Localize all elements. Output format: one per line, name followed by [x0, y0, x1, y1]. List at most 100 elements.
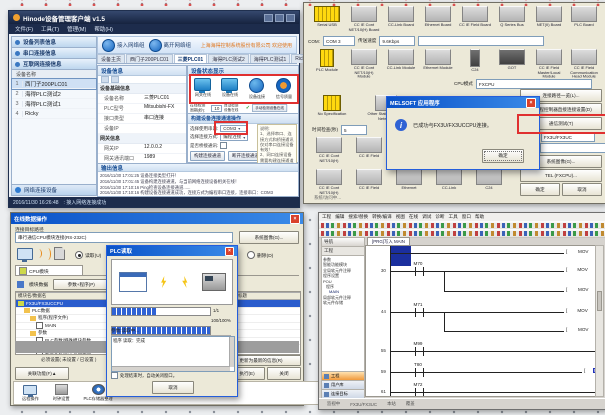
scrollbar-vertical[interactable]	[229, 337, 234, 367]
coex-ccie-field[interactable]: CC IE Field	[352, 169, 386, 191]
progress-close-icon[interactable]: ×	[225, 247, 234, 256]
com-port-select[interactable]: COM3	[220, 125, 248, 132]
mov-instruction[interactable]: MOVK6 D800	[564, 249, 596, 254]
board-plc[interactable]: PLC Board	[567, 6, 601, 28]
dialog-titlebar[interactable]: MELSOFT 应用程序×	[387, 97, 539, 108]
radio-delete[interactable]: 删除(D)	[247, 251, 273, 259]
category-icon[interactable]	[111, 76, 119, 83]
device-row[interactable]: 4Ricky	[12, 109, 96, 119]
auto-close-checkbox[interactable]	[111, 372, 118, 379]
unit-c24[interactable]: C24	[458, 49, 492, 73]
sidebar-section-network[interactable]: 互联网连接信息	[12, 59, 96, 70]
param-program-button[interactable]: 参数+程序(P)	[53, 279, 109, 290]
coex-ethernet[interactable]: Ethernet	[392, 169, 426, 191]
tab-device[interactable]: 海得PLC测试2	[208, 54, 249, 63]
menu-project[interactable]: 工程	[322, 214, 331, 220]
cpu-mode-field[interactable]: FXCPU	[476, 79, 592, 89]
sort-icon[interactable]	[101, 76, 109, 83]
project-tree[interactable]: 参数 智能功能模块 全局软元件注释 程序设置 POU 程序 MAIN 局部软元件…	[322, 256, 364, 371]
device-row[interactable]: 3海得PLC测试1	[12, 99, 96, 109]
mov-instruction[interactable]: MOVK9 D800	[564, 327, 596, 332]
board-ccie-cont[interactable]: CC IE Cont NET/10(H) Board	[347, 6, 381, 32]
menu-manage[interactable]: 管理(M)	[67, 25, 86, 33]
contact-symbol[interactable]	[415, 308, 424, 317]
menu-compile[interactable]: 转换/编译	[372, 214, 392, 220]
check-icon[interactable]: ✓	[246, 105, 250, 111]
mov-instruction[interactable]: MOVK29 D798	[564, 267, 596, 272]
mov-instruction[interactable]: MOVK31 D798	[564, 308, 596, 313]
progress-cancel-button[interactable]: 取消	[152, 381, 194, 394]
unit-ccie-cont[interactable]: CC IE Cont NET/10(H) Module	[347, 49, 381, 80]
menu-tools[interactable]: 工具(T)	[41, 25, 59, 33]
device-row[interactable]: 1西门子200PLC01	[12, 79, 96, 89]
close-button[interactable]	[286, 14, 295, 22]
scroll-thumb[interactable]	[597, 291, 602, 311]
close-button[interactable]: 关闭	[267, 367, 301, 380]
period-field[interactable]: 10	[211, 105, 222, 112]
clock-setting-button[interactable]: 时钟设置	[53, 384, 70, 402]
device-row[interactable]: 2海得PLC测试2	[12, 89, 96, 99]
rst-instruction[interactable]: RSTM99	[582, 368, 596, 373]
unit-got[interactable]: GOT	[495, 49, 529, 71]
menu-help[interactable]: 帮助	[475, 214, 484, 220]
ladder-editor[interactable]: MOVK6 D800 30 M70 MOVK29 D798 MOVK7 D800…	[365, 245, 596, 397]
tab-device[interactable]: 西门子200PLC01	[126, 54, 173, 63]
contact-symbol[interactable]	[415, 267, 424, 276]
editor-scrollbar[interactable]	[595, 245, 604, 397]
titlebar[interactable]: 在线数据操作×	[11, 213, 303, 224]
manual-check-button[interactable]: 手动检测设备在线	[252, 104, 287, 112]
tel-button[interactable]: TEL (FXCPU)...	[520, 169, 602, 182]
menu-window[interactable]: 窗口	[462, 214, 471, 220]
tab-home[interactable]: 设备主页	[97, 54, 125, 63]
board-qbus[interactable]: Q Series Bus	[495, 6, 529, 28]
speed-field[interactable]: 9.6Kbps	[379, 36, 415, 46]
contact-symbol[interactable]	[415, 368, 424, 377]
sidebar-section-device-list[interactable]: 设备列表信息	[12, 37, 96, 48]
board-net2[interactable]: NET(II) Board	[532, 6, 566, 28]
unit-ethernet[interactable]: Ethernet Module	[421, 49, 455, 71]
checkbox-icon[interactable]	[36, 322, 43, 329]
menu-debug[interactable]: 调试	[422, 214, 431, 220]
sidebar-section-serial[interactable]: 串口连接信息	[12, 48, 96, 59]
menu-help[interactable]: 帮助(H)	[94, 25, 113, 33]
contact-symbol[interactable]	[415, 347, 424, 356]
nav-tab-connection[interactable]: 连接目标	[322, 389, 364, 398]
unit-cclink[interactable]: CC-Link Module	[384, 49, 418, 71]
board-ethernet[interactable]: Ethernet Board	[421, 6, 455, 28]
board-ccie-field[interactable]: CC IE Field Board	[458, 6, 492, 28]
menu-view[interactable]: 视图	[396, 214, 405, 220]
ok-button[interactable]: 确定	[520, 183, 560, 196]
leave-network-button[interactable]: 离开网络组	[149, 39, 192, 52]
menu-search[interactable]: 搜索/替换	[348, 214, 368, 220]
auto-close-option[interactable]: 处理结束时，自动关闭窗口。	[111, 372, 177, 379]
close-icon[interactable]: ×	[290, 214, 300, 224]
menu-tools[interactable]: 工具	[449, 214, 458, 220]
progress-titlebar[interactable]: PLC读取×	[107, 246, 237, 256]
menu-edit[interactable]: 编辑	[335, 214, 344, 220]
system-image-button[interactable]: 系统图像(G)...	[239, 231, 299, 244]
connect-mode-select[interactable]: 编程连接	[220, 133, 248, 141]
nav-tab-project[interactable]: 工程	[322, 371, 364, 380]
board-cclink[interactable]: CC-Link Board	[384, 6, 418, 28]
unit-ccie-master[interactable]: CC IE Field Master/Local Module	[532, 49, 566, 80]
cancel-button[interactable]: 取消	[562, 183, 602, 196]
time-check-field[interactable]: 5	[341, 125, 367, 135]
menu-file[interactable]: 文件(F)	[15, 25, 33, 33]
nav-tab-user-library[interactable]: 用户库	[322, 380, 364, 389]
com-field[interactable]: COM 3	[323, 36, 355, 46]
radio-read[interactable]: 读取(U)	[75, 251, 101, 259]
coex-ccie-cont[interactable]: CC IE Cont NET/10(H)	[312, 169, 346, 195]
unit-plc-module[interactable]: PLC Module	[310, 49, 344, 73]
coex-c24[interactable]: C24	[472, 169, 506, 191]
remote-operation-button[interactable]: 远程操作	[22, 385, 39, 402]
navigation-project-toolbar[interactable]: 工程	[322, 247, 364, 256]
build-channel-button[interactable]: 构建连接通道	[190, 151, 225, 161]
join-network-button[interactable]: 接入网络组	[102, 39, 145, 52]
mov-instruction[interactable]: MOVK7 D800	[564, 287, 596, 292]
dialog-close-icon[interactable]: ×	[526, 98, 536, 108]
menu-diagnostics[interactable]: 诊断	[435, 214, 444, 220]
minimize-button[interactable]	[264, 14, 273, 22]
scrollbar-horizontal[interactable]	[112, 366, 230, 371]
dialog-ok-button[interactable]: 确定	[482, 149, 524, 163]
contact-symbol[interactable]	[415, 388, 424, 397]
